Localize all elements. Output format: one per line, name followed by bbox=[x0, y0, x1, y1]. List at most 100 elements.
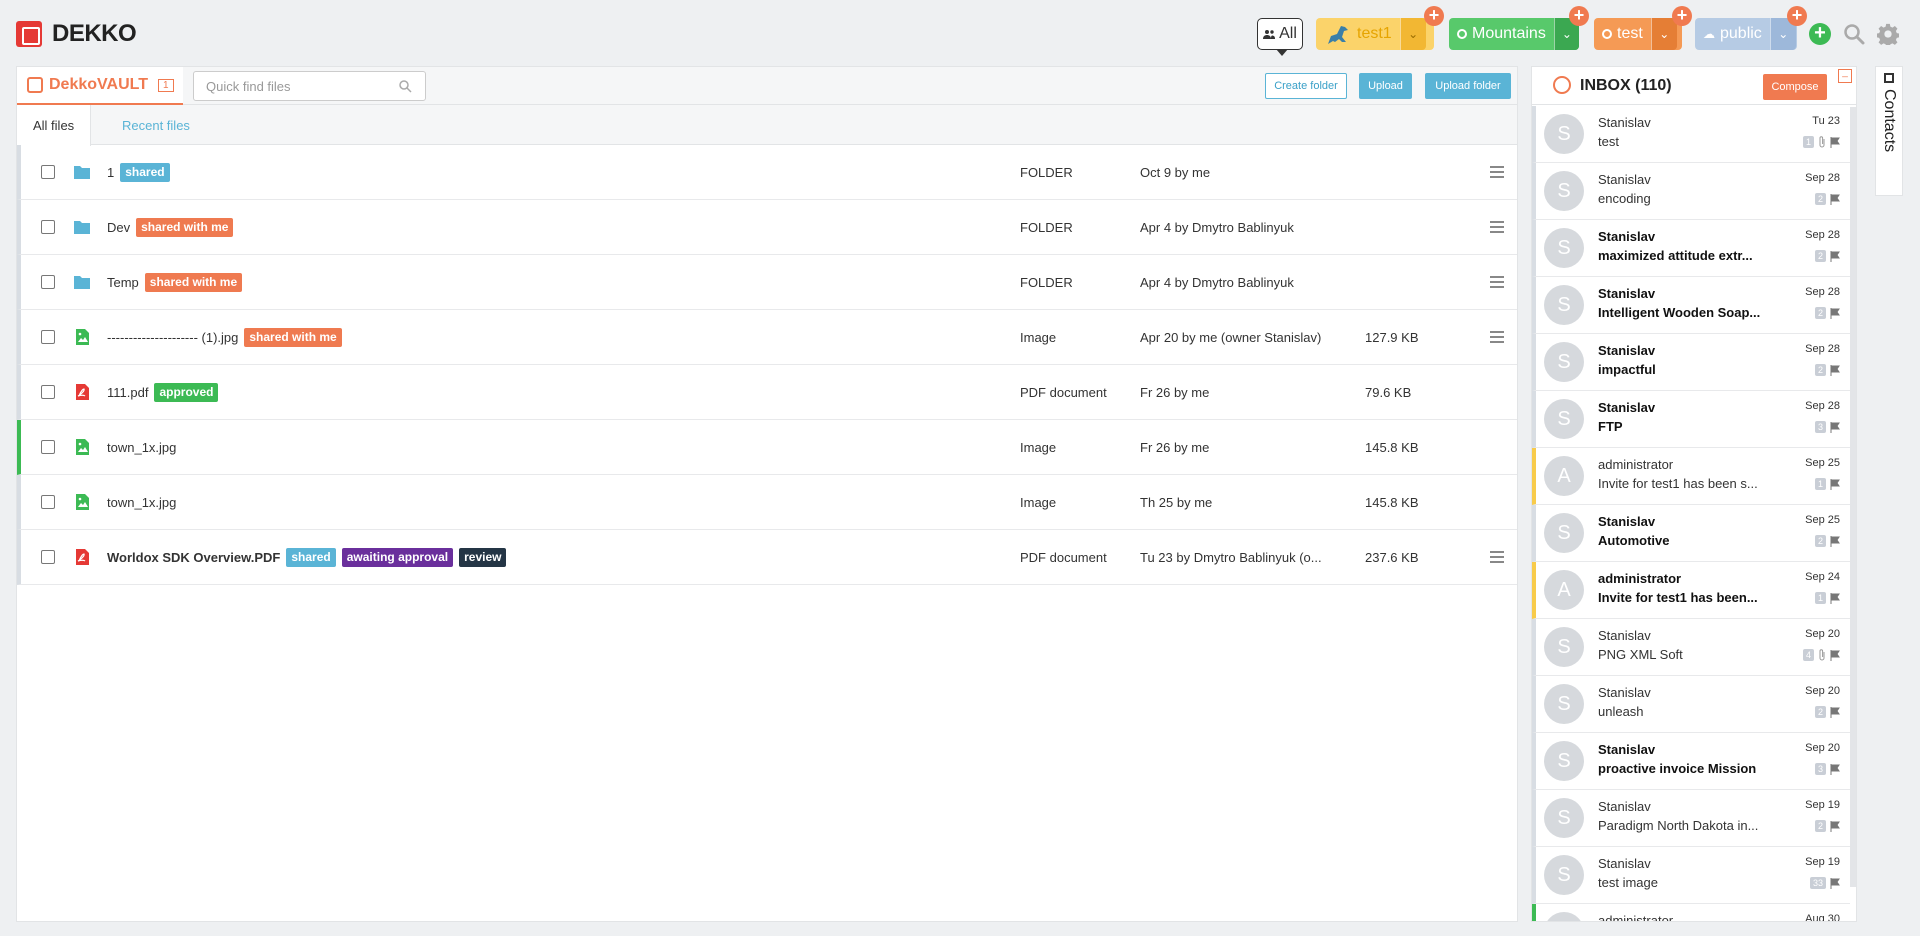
flag-icon[interactable] bbox=[1830, 193, 1840, 205]
gear-icon[interactable] bbox=[1877, 23, 1899, 45]
compose-button[interactable]: Compose bbox=[1763, 74, 1827, 100]
workspace-all-button[interactable]: All bbox=[1257, 18, 1303, 56]
file-name[interactable]: 111.pdf bbox=[107, 385, 148, 400]
mail-item[interactable]: S Stanislav proactive invoice Mission Se… bbox=[1532, 733, 1850, 790]
file-name-cell[interactable]: Dev shared with me bbox=[107, 200, 234, 255]
file-name[interactable]: Dev bbox=[107, 220, 130, 235]
mail-item[interactable]: A administrator Aug 30 bbox=[1532, 904, 1850, 921]
row-checkbox[interactable] bbox=[41, 550, 55, 564]
workspace-test[interactable]: test ⌄ + bbox=[1594, 6, 1692, 50]
file-row[interactable]: town_1x.jpg Image Th 25 by me 145.8 KB bbox=[17, 475, 1517, 530]
flag-icon[interactable] bbox=[1830, 421, 1840, 433]
flag-icon[interactable] bbox=[1830, 592, 1840, 604]
mail-item[interactable]: S Stanislav Paradigm North Dakota in... … bbox=[1532, 790, 1850, 847]
flag-icon[interactable] bbox=[1830, 706, 1840, 718]
tab-all-files[interactable]: All files bbox=[17, 105, 92, 146]
workspace-test1[interactable]: test1 ⌄ + bbox=[1316, 6, 1444, 50]
add-to-workspace-icon[interactable]: + bbox=[1424, 6, 1444, 26]
mail-item[interactable]: S Stanislav PNG XML Soft Sep 20 4 bbox=[1532, 619, 1850, 676]
add-to-workspace-icon[interactable]: + bbox=[1672, 6, 1692, 26]
file-name[interactable]: --------------------- (1).jpg bbox=[107, 330, 238, 345]
file-row[interactable]: town_1x.jpg Image Fr 26 by me 145.8 KB bbox=[17, 420, 1517, 475]
tag-badge[interactable]: awaiting approval bbox=[341, 548, 454, 567]
flag-icon[interactable] bbox=[1830, 364, 1840, 376]
workspace-mountains[interactable]: Mountains ⌄ + bbox=[1449, 6, 1589, 50]
file-name[interactable]: Temp bbox=[107, 275, 139, 290]
tab-recent-files[interactable]: Recent files bbox=[106, 105, 206, 145]
chevron-down-icon[interactable]: ⌄ bbox=[1650, 18, 1677, 50]
tag-badge[interactable]: shared bbox=[120, 163, 170, 182]
flag-icon[interactable] bbox=[1830, 307, 1840, 319]
row-checkbox[interactable] bbox=[41, 220, 55, 234]
upload-folder-button[interactable]: Upload folder bbox=[1425, 73, 1511, 99]
row-menu-icon[interactable] bbox=[1490, 331, 1504, 343]
minimize-icon[interactable]: _ bbox=[1838, 68, 1852, 83]
mail-item[interactable]: S Stanislav test image Sep 19 33 bbox=[1532, 847, 1850, 904]
tag-badge[interactable]: shared bbox=[286, 548, 336, 567]
quick-find-input[interactable] bbox=[193, 71, 426, 101]
file-name-cell[interactable]: 1 shared bbox=[107, 145, 170, 200]
add-workspace-icon[interactable]: + bbox=[1809, 23, 1831, 45]
flag-icon[interactable] bbox=[1830, 535, 1840, 547]
mail-item[interactable]: S Stanislav test Tu 23 1 bbox=[1532, 106, 1850, 163]
tag-badge[interactable]: review bbox=[459, 548, 507, 567]
file-name[interactable]: Worldox SDK Overview.PDF bbox=[107, 550, 280, 565]
tag-badge[interactable]: approved bbox=[154, 383, 219, 402]
brand[interactable]: DEKKO bbox=[16, 20, 137, 48]
file-row[interactable]: --------------------- (1).jpg shared with… bbox=[17, 310, 1517, 365]
row-checkbox[interactable] bbox=[41, 275, 55, 289]
file-name-cell[interactable]: Temp shared with me bbox=[107, 255, 243, 310]
file-name-cell[interactable]: town_1x.jpg bbox=[107, 420, 176, 475]
file-name[interactable]: town_1x.jpg bbox=[107, 495, 176, 510]
file-name-cell[interactable]: --------------------- (1).jpg shared with… bbox=[107, 310, 342, 365]
row-menu-icon[interactable] bbox=[1490, 551, 1504, 563]
mail-item[interactable]: S Stanislav FTP Sep 28 3 bbox=[1532, 391, 1850, 448]
mail-item[interactable]: S Stanislav unleash Sep 20 2 bbox=[1532, 676, 1850, 733]
mail-item[interactable]: S Stanislav impactful Sep 28 2 bbox=[1532, 334, 1850, 391]
row-checkbox[interactable] bbox=[41, 385, 55, 399]
row-checkbox[interactable] bbox=[41, 330, 55, 344]
file-row[interactable]: 111.pdf approved PDF document Fr 26 by me… bbox=[17, 365, 1517, 420]
row-checkbox[interactable] bbox=[41, 440, 55, 454]
flag-icon[interactable] bbox=[1830, 478, 1840, 490]
tag-badge[interactable]: shared with me bbox=[136, 218, 234, 237]
tag-badge[interactable]: shared with me bbox=[144, 273, 243, 292]
file-row[interactable]: Worldox SDK Overview.PDF shared awaiting a… bbox=[17, 530, 1517, 585]
vault-tab[interactable]: DekkoVAULT 1 bbox=[17, 67, 183, 105]
row-menu-icon[interactable] bbox=[1490, 166, 1504, 178]
flag-icon[interactable] bbox=[1830, 649, 1840, 661]
tag-badge[interactable]: shared with me bbox=[244, 328, 342, 347]
create-folder-button[interactable]: Create folder bbox=[1265, 73, 1347, 99]
add-to-workspace-icon[interactable]: + bbox=[1569, 6, 1589, 26]
flag-icon[interactable] bbox=[1830, 820, 1840, 832]
upload-button[interactable]: Upload bbox=[1359, 73, 1412, 99]
file-row[interactable]: Dev shared with me FOLDER Apr 4 by Dmytro… bbox=[17, 200, 1517, 255]
file-name[interactable]: town_1x.jpg bbox=[107, 440, 176, 455]
file-name[interactable]: 1 bbox=[107, 165, 114, 180]
file-row[interactable]: 1 shared FOLDER Oct 9 by me bbox=[17, 145, 1517, 200]
row-checkbox[interactable] bbox=[41, 165, 55, 179]
flag-icon[interactable] bbox=[1830, 877, 1840, 889]
mail-item[interactable]: S Stanislav Automotive Sep 25 2 bbox=[1532, 505, 1850, 562]
mail-item[interactable]: A administrator Invite for test1 has bee… bbox=[1532, 562, 1850, 619]
search-icon[interactable] bbox=[1843, 23, 1865, 45]
workspace-public[interactable]: ☁ public ⌄ + bbox=[1695, 6, 1807, 50]
contacts-tab[interactable]: Contacts bbox=[1875, 66, 1903, 196]
inbox-scrollbar[interactable] bbox=[1850, 107, 1856, 887]
mail-item[interactable]: S Stanislav encoding Sep 28 2 bbox=[1532, 163, 1850, 220]
file-name-cell[interactable]: 111.pdf approved bbox=[107, 365, 219, 420]
mail-item[interactable]: S Stanislav maximized attitude extr... S… bbox=[1532, 220, 1850, 277]
flag-icon[interactable] bbox=[1830, 250, 1840, 262]
row-menu-icon[interactable] bbox=[1490, 221, 1504, 233]
flag-icon[interactable] bbox=[1830, 136, 1840, 148]
mail-item[interactable]: A administrator Invite for test1 has bee… bbox=[1532, 448, 1850, 505]
file-row[interactable]: Temp shared with me FOLDER Apr 4 by Dmytr… bbox=[17, 255, 1517, 310]
row-checkbox[interactable] bbox=[41, 495, 55, 509]
file-name-cell[interactable]: town_1x.jpg bbox=[107, 475, 176, 530]
row-menu-icon[interactable] bbox=[1490, 276, 1504, 288]
mail-item[interactable]: S Stanislav Intelligent Wooden Soap... S… bbox=[1532, 277, 1850, 334]
flag-icon[interactable] bbox=[1830, 763, 1840, 775]
file-name-cell[interactable]: Worldox SDK Overview.PDF shared awaiting a… bbox=[107, 530, 507, 585]
chevron-down-icon[interactable]: ⌄ bbox=[1399, 18, 1426, 50]
add-to-workspace-icon[interactable]: + bbox=[1787, 6, 1807, 26]
